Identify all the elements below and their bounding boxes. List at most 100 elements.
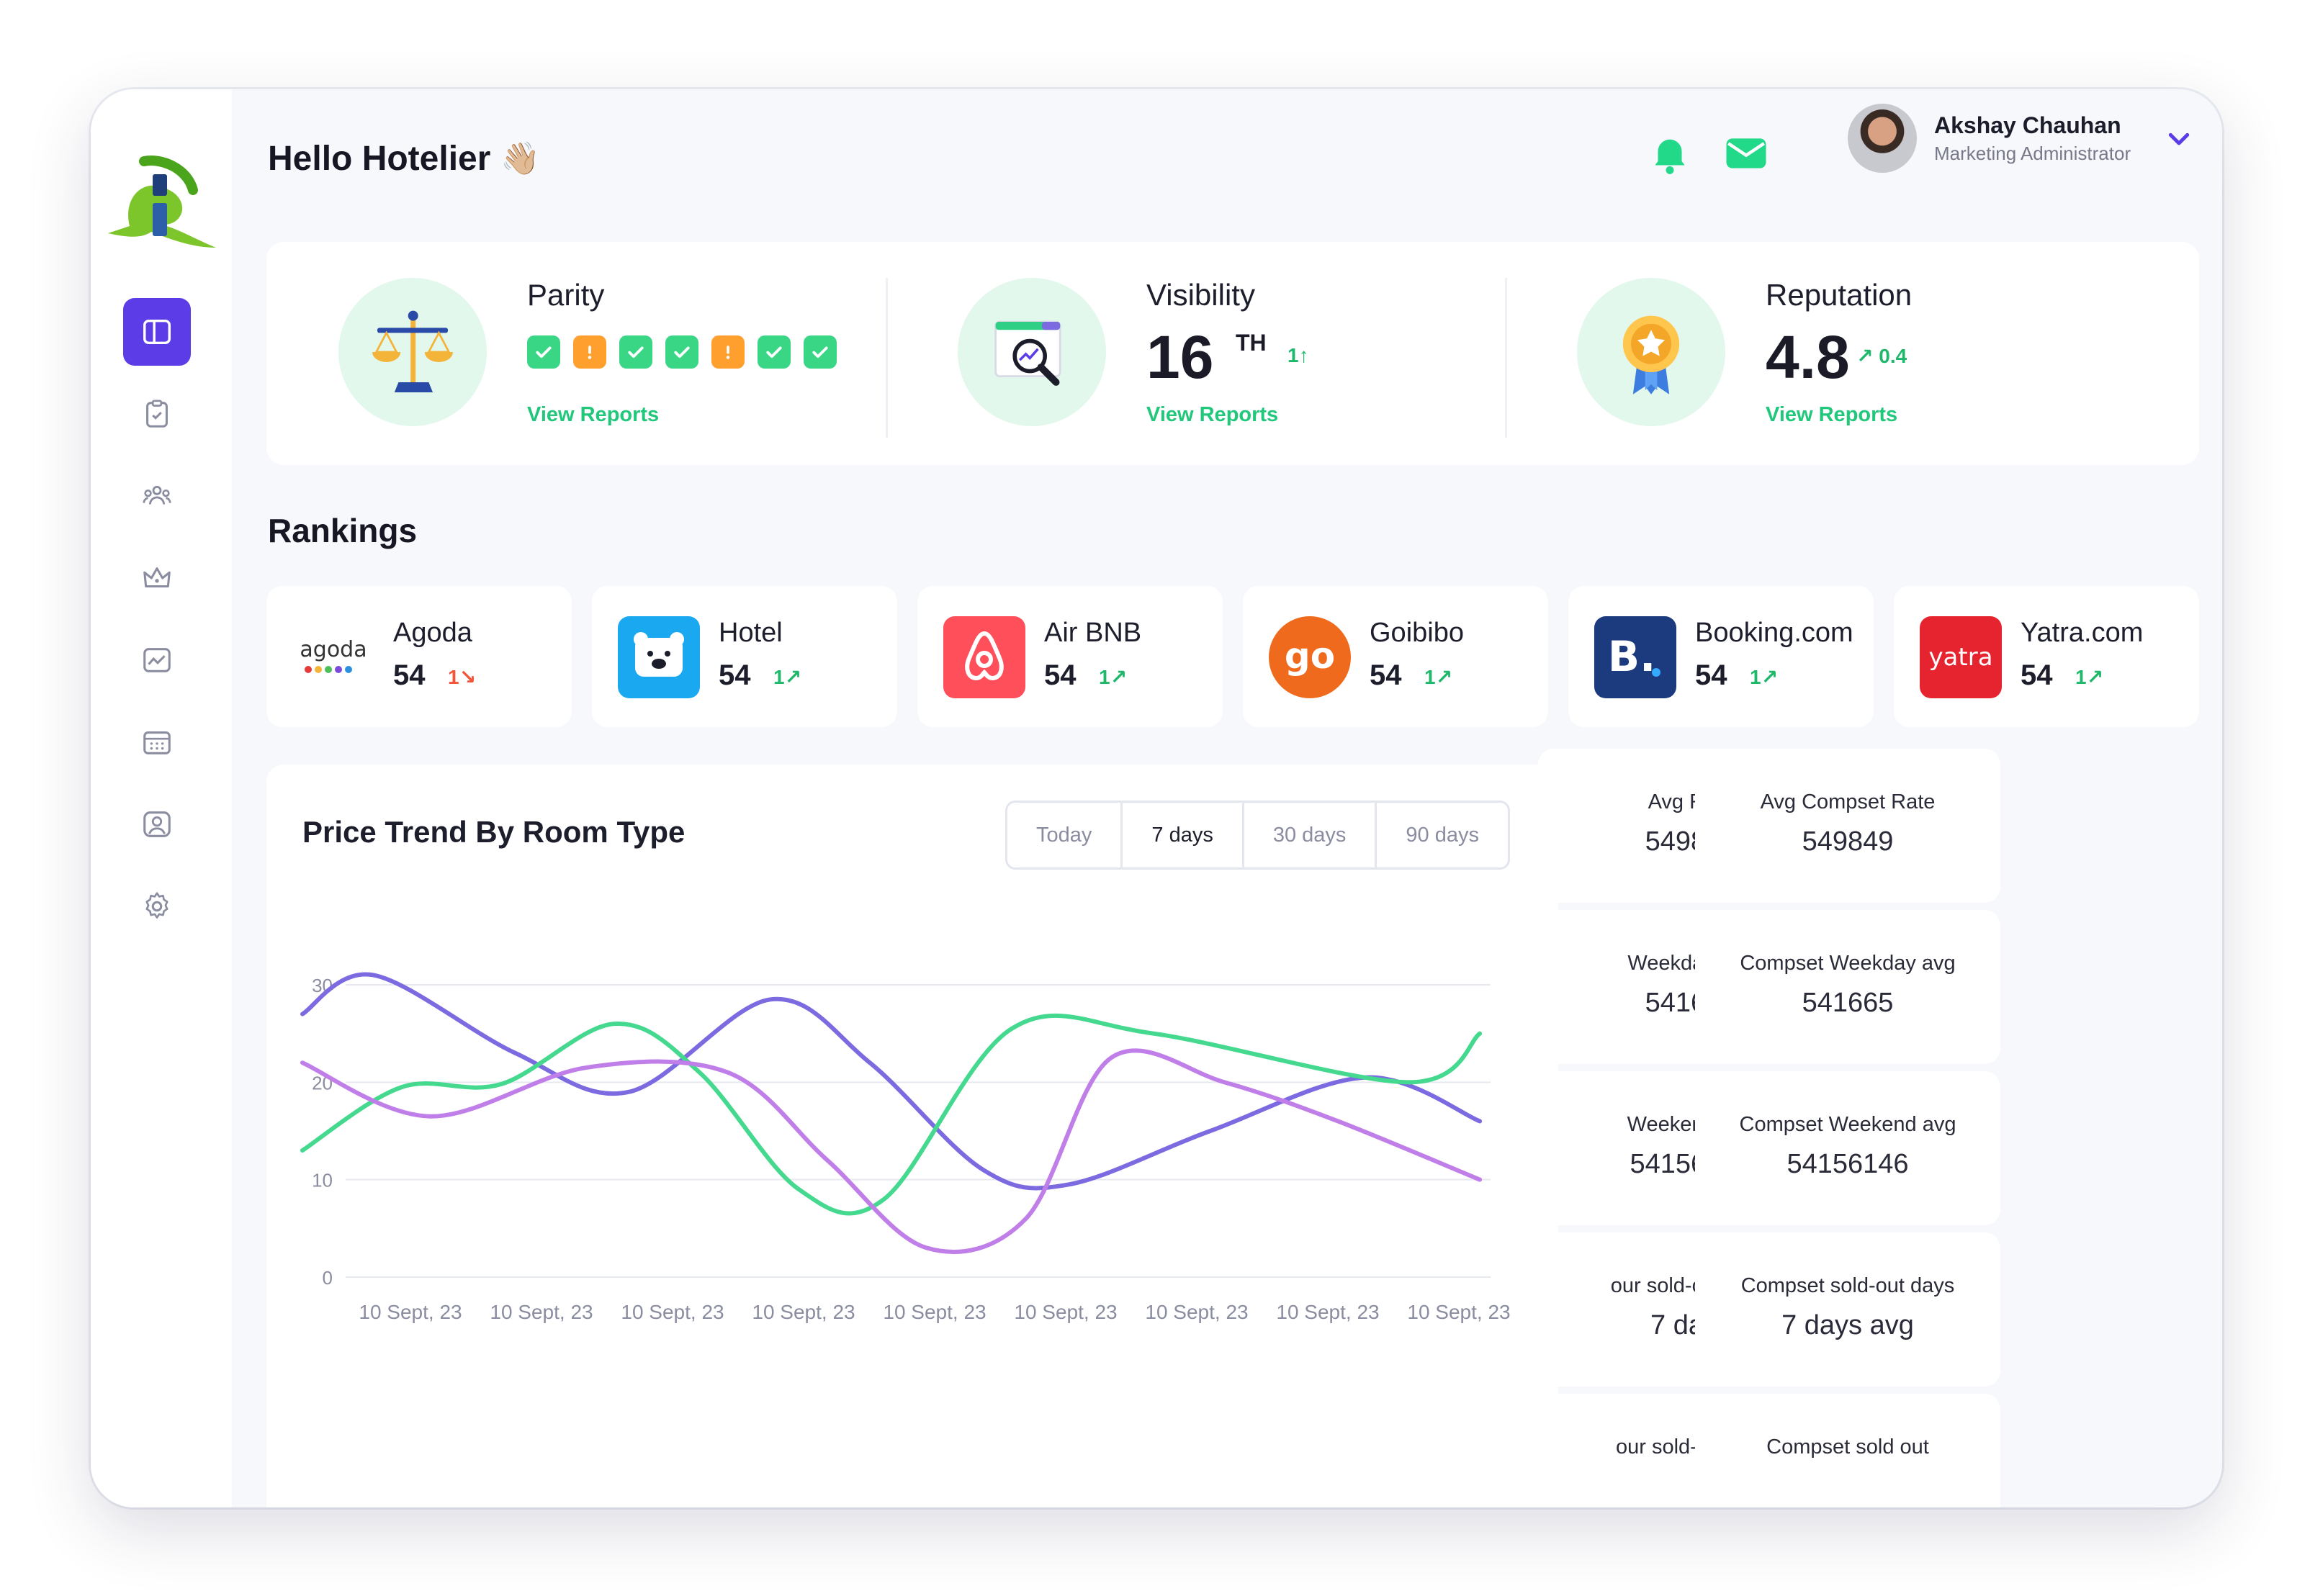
reputation-view-reports-link[interactable]: View Reports	[1766, 403, 1897, 427]
ranking-card-yatra[interactable]: yatra Yatra.com 54 1↗	[1894, 586, 2199, 727]
parity-check-icon	[527, 335, 560, 369]
tab-today[interactable]: Today	[1007, 803, 1123, 867]
users-group-icon	[143, 485, 171, 505]
page-title: Hello Hotelier 👋🏼	[268, 122, 540, 194]
chevron-down-icon[interactable]	[2165, 125, 2193, 154]
kpi-panel: Parity View Reports Visibility 16 TH 1↑	[266, 242, 2199, 465]
yatra-logo: yatra	[1920, 616, 2002, 698]
stat-value: 541665	[1802, 988, 1894, 1018]
stat-value: 7 days avg	[1781, 1310, 1914, 1340]
parity-title: Parity	[527, 278, 605, 312]
ranking-value: 54	[1370, 659, 1402, 691]
reputation-score: 4.8	[1766, 323, 1850, 391]
ranking-value: 54	[393, 659, 426, 691]
ranking-name: Air BNB	[1044, 618, 1142, 648]
x-tick-label: 10 Sept, 23	[883, 1301, 986, 1323]
ranking-card-hotel[interactable]: Hotel 54 1↗	[592, 586, 897, 727]
parity-warning-icon	[573, 335, 606, 369]
parity-check-icon	[665, 335, 698, 369]
x-tick-label: 10 Sept, 23	[490, 1301, 593, 1323]
ranking-card-booking[interactable]: B. Booking.com 54 1↗	[1568, 586, 1874, 727]
ranking-value: 54	[2021, 659, 2053, 691]
wave-emoji: 👋🏼	[500, 141, 541, 176]
ranking-value: 54	[1695, 659, 1727, 691]
booking-logo: B.	[1594, 616, 1676, 698]
booking-logo-text: B.	[1608, 632, 1655, 681]
tab-90-days[interactable]: 90 days	[1377, 803, 1508, 867]
goibibo-logo-text: go	[1285, 635, 1335, 677]
parity-view-reports-link[interactable]: View Reports	[527, 403, 659, 427]
parity-warning-icon	[711, 335, 745, 369]
agoda-logo-text: agoda	[300, 637, 367, 662]
chart-window-icon	[143, 648, 171, 672]
award-badge-icon	[1622, 315, 1680, 395]
ranking-card-airbnb[interactable]: Air BNB 54 1↗	[917, 586, 1223, 727]
x-tick-label: 10 Sept, 23	[1145, 1301, 1248, 1323]
calendar-icon	[143, 731, 171, 754]
stat-label: Compset sold-out days	[1740, 1274, 1955, 1297]
parity-status-list	[527, 335, 837, 369]
reputation-delta: ↗ 0.4	[1856, 345, 1907, 367]
series-line-1	[300, 972, 1483, 1191]
tab-7-days[interactable]: 7 days	[1123, 803, 1244, 867]
ranking-delta: 1↗	[1750, 666, 1779, 688]
price-trend-chart: 010203010 Sept, 23 10 Sept, 23 10 Sept, 23…	[300, 972, 1511, 1323]
reputation-icon-circle	[1577, 278, 1725, 426]
x-tick-label: 10 Sept, 23	[1014, 1301, 1117, 1323]
ranking-value: 54	[719, 659, 751, 691]
nav-premium[interactable]	[123, 544, 191, 612]
avatar[interactable]	[1848, 104, 1917, 173]
chart-title: Price Trend By Room Type	[302, 815, 686, 849]
crown-icon	[143, 567, 171, 588]
nav-settings[interactable]	[123, 873, 191, 940]
nav-team[interactable]	[123, 462, 191, 530]
visibility-view-reports-link[interactable]: View Reports	[1146, 403, 1278, 427]
stat-card: Compset Weekday avg 541665	[1695, 910, 2000, 1064]
nav-analytics[interactable]	[123, 626, 191, 694]
hotel-bear-logo	[618, 616, 700, 698]
ranking-card-agoda[interactable]: agoda Agoda 54 1↘	[266, 586, 572, 727]
nav-dashboard[interactable]	[123, 298, 191, 366]
ranking-delta: 1↗	[1424, 666, 1453, 688]
ranking-delta: 1↗	[1099, 666, 1128, 688]
nav-profile[interactable]	[123, 790, 191, 858]
user-name: Akshay Chauhan	[1934, 112, 2121, 138]
stat-label: Compset Weekday avg	[1740, 952, 1956, 975]
y-tick-label: 0	[323, 1267, 333, 1289]
x-tick-label: 10 Sept, 23	[752, 1301, 855, 1323]
ranking-delta: 1↗	[2075, 666, 2104, 688]
ranking-name: Hotel	[719, 618, 783, 648]
stat-value: 549849	[1802, 826, 1894, 857]
magnifier-chart-icon	[994, 320, 1061, 386]
mail-icon[interactable]	[1722, 130, 1770, 177]
ranking-delta: 1↘	[448, 666, 477, 688]
tab-30-days[interactable]: 30 days	[1244, 803, 1378, 867]
dashboard-icon	[143, 319, 171, 345]
price-trend-card: 0 10 20 30 10 Sept, 23 10 Sept, 23 10 Sept, 23…	[266, 765, 1558, 1507]
date-range-tabs: Today 7 days 30 days 90 days	[1005, 801, 1510, 870]
visibility-rank-value: 16	[1146, 323, 1214, 391]
sidebar	[91, 89, 232, 1507]
bell-icon[interactable]	[1646, 130, 1694, 177]
visibility-delta: 1↑	[1287, 344, 1309, 366]
parity-check-icon	[619, 335, 652, 369]
nav-tasks[interactable]	[123, 380, 191, 448]
ranking-value: 54	[1044, 659, 1077, 691]
visibility-title: Visibility	[1146, 278, 1255, 312]
ranking-name: Yatra.com	[2021, 618, 2144, 648]
ranking-delta: 1↗	[773, 666, 802, 688]
kpi-parity: Parity View Reports	[266, 242, 886, 465]
visibility-rank-suffix: TH	[1236, 330, 1267, 356]
ranking-card-goibibo[interactable]: go Goibibo 54 1↗	[1243, 586, 1548, 727]
user-profile-icon	[143, 811, 171, 837]
y-tick-label: 10	[312, 1170, 333, 1191]
parity-check-icon	[758, 335, 791, 369]
parity-check-icon	[804, 335, 837, 369]
nav-calendar[interactable]	[123, 708, 191, 776]
user-role: Marketing Administrator	[1934, 143, 2131, 164]
x-tick-label: 10 Sept, 23	[359, 1301, 462, 1323]
brand-logo	[108, 155, 216, 248]
stat-card: Avg Compset Rate 549849	[1695, 749, 2000, 903]
agoda-logo: agoda	[292, 616, 374, 698]
rankings-title: Rankings	[268, 512, 418, 549]
